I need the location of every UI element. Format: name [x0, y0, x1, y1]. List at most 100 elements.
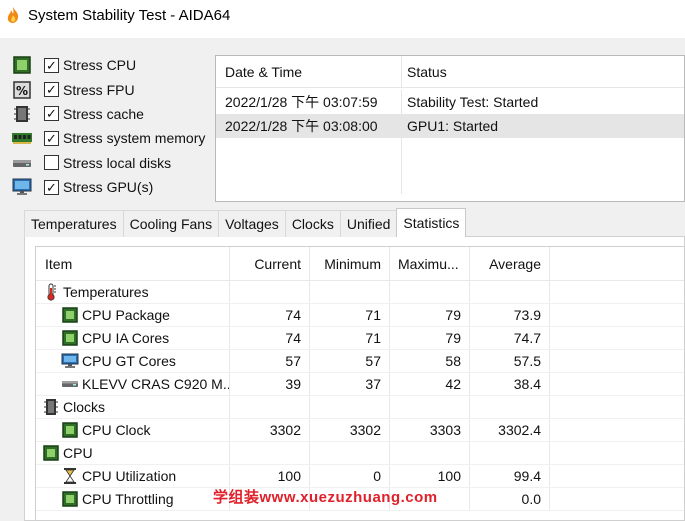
title-bar: System Stability Test - AIDA64	[0, 0, 685, 30]
cell-current: 39	[230, 373, 310, 395]
tab-statistics[interactable]: Statistics	[396, 208, 467, 237]
stress-fpu-checkbox[interactable]: ✓	[44, 82, 59, 98]
fpu-percent-icon: %	[12, 80, 32, 99]
memory-module-icon	[12, 129, 32, 147]
table-row[interactable]: CPU Package 74 71 79 73.9	[36, 304, 684, 327]
stress-gpu-option[interactable]: ✓ Stress GPU(s)	[12, 175, 205, 199]
row-item-cell: Clocks	[36, 396, 230, 418]
disk-drive-icon	[12, 154, 32, 172]
row-item-cell: KLEVV CRAS C920 M...	[36, 373, 230, 395]
row-label: KLEVV CRAS C920 M...	[82, 376, 229, 392]
cell-average: 0.0	[470, 488, 550, 510]
cell-minimum: 71	[310, 327, 390, 349]
cell-minimum: 0	[310, 465, 390, 487]
stress-options: ✓ Stress CPU % ✓ Stress FPU ✓ Stress cac…	[12, 53, 205, 199]
tab-bar: Temperatures Cooling Fans Voltages Clock…	[24, 208, 467, 237]
cpu-chip-icon	[61, 329, 79, 347]
row-label: CPU Package	[82, 307, 170, 323]
log-row-selected[interactable]: 2022/1/28 下午 03:08:00 GPU1: Started	[216, 114, 684, 138]
stress-cache-option[interactable]: ✓ Stress cache	[12, 102, 205, 126]
cell-maximum: 58	[390, 350, 470, 372]
table-header: Item Current Minimum Maximu... Average	[36, 247, 684, 281]
monitor-icon	[61, 352, 79, 370]
header-average[interactable]: Average	[470, 247, 550, 280]
cell-average: 73.9	[470, 304, 550, 326]
table-row[interactable]: KLEVV CRAS C920 M... 39 37 42 38.4	[36, 373, 684, 396]
stress-cpu-label: Stress CPU	[63, 57, 137, 74]
cell-filler	[550, 396, 684, 418]
cell-filler	[550, 350, 684, 372]
table-row[interactable]: CPU GT Cores 57 57 58 57.5	[36, 350, 684, 373]
cell-average	[470, 442, 550, 464]
event-log-list[interactable]: Date & Time Status 2022/1/28 下午 03:07:59…	[215, 55, 685, 202]
group-label: Clocks	[63, 399, 106, 415]
cell-filler	[550, 442, 684, 464]
svg-text:%: %	[16, 84, 28, 98]
cell-minimum	[310, 442, 390, 464]
cell-current	[230, 396, 310, 418]
row-label: CPU GT Cores	[82, 353, 176, 369]
cell-maximum	[390, 442, 470, 464]
stress-cache-checkbox[interactable]: ✓	[44, 106, 59, 122]
cell-maximum: 79	[390, 304, 470, 326]
header-current[interactable]: Current	[230, 247, 310, 280]
table-row[interactable]: CPU IA Cores 74 71 79 74.7	[36, 327, 684, 350]
cell-maximum	[390, 396, 470, 418]
header-maximum[interactable]: Maximu...	[390, 247, 470, 280]
tab-voltages[interactable]: Voltages	[218, 210, 286, 237]
log-status: Stability Test: Started	[407, 94, 539, 110]
row-label: CPU IA Cores	[82, 330, 170, 346]
table-row-group[interactable]: Clocks	[36, 396, 684, 419]
cell-minimum	[310, 281, 390, 303]
row-item-cell: CPU GT Cores	[36, 350, 230, 372]
log-header: Date & Time Status	[216, 56, 684, 88]
statistics-table[interactable]: Item Current Minimum Maximu... Average T…	[35, 246, 685, 521]
stress-disks-option[interactable]: Stress local disks	[12, 151, 205, 175]
stress-gpu-checkbox[interactable]: ✓	[44, 179, 59, 195]
tab-clocks[interactable]: Clocks	[284, 210, 341, 237]
header-item[interactable]: Item	[36, 247, 230, 280]
ssd-drive-icon	[61, 375, 79, 393]
header-minimum[interactable]: Minimum	[310, 247, 390, 280]
cell-current: 3302	[230, 419, 310, 441]
cell-average	[470, 281, 550, 303]
tab-temperatures[interactable]: Temperatures	[24, 210, 124, 237]
cell-average: 3302.4	[470, 419, 550, 441]
stress-memory-checkbox[interactable]: ✓	[44, 130, 59, 146]
cell-current: 74	[230, 327, 310, 349]
stress-disks-checkbox[interactable]	[44, 155, 59, 171]
cell-current: 100	[230, 465, 310, 487]
cell-filler	[550, 373, 684, 395]
tab-unified[interactable]: Unified	[339, 210, 398, 237]
cache-chip-icon	[12, 105, 32, 123]
cell-minimum: 37	[310, 373, 390, 395]
log-datetime: 2022/1/28 下午 03:08:00	[216, 114, 402, 138]
cell-maximum: 79	[390, 327, 470, 349]
table-row-group[interactable]: CPU	[36, 442, 684, 465]
stress-memory-option[interactable]: ✓ Stress system memory	[12, 126, 205, 150]
stress-fpu-option[interactable]: % ✓ Stress FPU	[12, 77, 205, 101]
table-row[interactable]: CPU Utilization 100 0 100 99.4	[36, 465, 684, 488]
cell-maximum	[390, 281, 470, 303]
stress-cpu-option[interactable]: ✓ Stress CPU	[12, 53, 205, 77]
stress-gpu-label: Stress GPU(s)	[63, 179, 154, 196]
log-header-status[interactable]: Status	[402, 56, 684, 87]
log-header-datetime[interactable]: Date & Time	[216, 56, 402, 87]
monitor-icon	[12, 178, 32, 196]
row-label: CPU Utilization	[82, 468, 177, 484]
row-item-cell: Temperatures	[36, 281, 230, 303]
cell-current	[230, 281, 310, 303]
row-item-cell: CPU IA Cores	[36, 327, 230, 349]
log-row[interactable]: 2022/1/28 下午 03:07:59 Stability Test: St…	[216, 90, 684, 114]
stress-fpu-label: Stress FPU	[63, 81, 135, 98]
cell-current: 57	[230, 350, 310, 372]
row-item-cell: CPU Utilization	[36, 465, 230, 487]
cpu-chip-icon	[12, 56, 32, 74]
table-row[interactable]: CPU Clock 3302 3302 3303 3302.4	[36, 419, 684, 442]
tab-cooling-fans[interactable]: Cooling Fans	[122, 210, 220, 237]
table-row-group[interactable]: Temperatures	[36, 281, 684, 304]
cell-filler	[550, 419, 684, 441]
log-datetime: 2022/1/28 下午 03:07:59	[216, 90, 402, 114]
stress-cpu-checkbox[interactable]: ✓	[44, 57, 59, 73]
thermometer-icon	[42, 283, 60, 301]
